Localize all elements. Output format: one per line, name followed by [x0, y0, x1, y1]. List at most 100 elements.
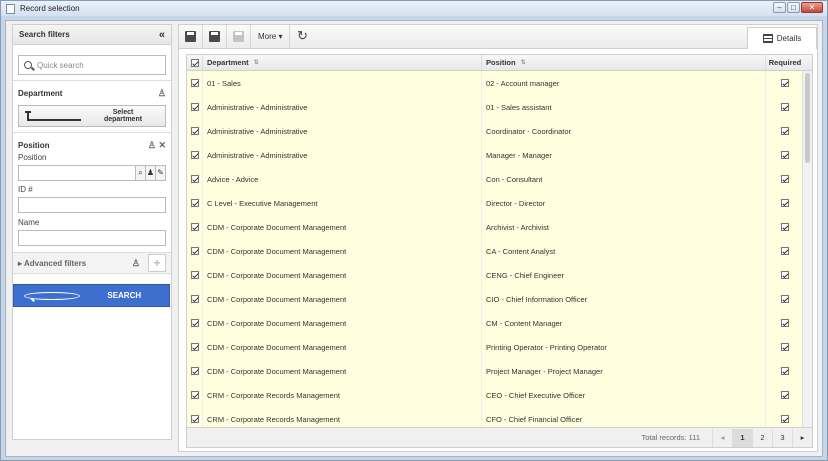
required-checkbox[interactable]: [781, 103, 789, 111]
table-row[interactable]: Advice - Advice Con - Consultant: [187, 167, 804, 191]
select-all-cell[interactable]: [187, 55, 203, 70]
advanced-filters-row[interactable]: ▸ Advanced filters ♙ +: [13, 252, 171, 274]
position-clear-icon[interactable]: ✎: [156, 165, 166, 181]
table-row[interactable]: 01 - Sales 02 - Account manager: [187, 71, 804, 95]
vertical-scrollbar[interactable]: [802, 71, 812, 427]
required-checkbox[interactable]: [781, 223, 789, 231]
required-checkbox[interactable]: [781, 151, 789, 159]
next-page-icon[interactable]: ▸: [792, 428, 812, 447]
row-select-checkbox[interactable]: [190, 367, 199, 375]
name-input[interactable]: [18, 230, 166, 246]
row-select-checkbox[interactable]: [190, 271, 199, 279]
add-filter-button[interactable]: +: [148, 254, 166, 272]
row-select-checkbox[interactable]: [190, 151, 199, 159]
required-checkbox[interactable]: [781, 175, 789, 183]
table-row[interactable]: CDM - Corporate Document Management Proje…: [187, 359, 804, 383]
row-select-checkbox[interactable]: [190, 343, 199, 351]
department-cell: Advice - Advice: [203, 167, 482, 191]
refresh-icon[interactable]: ↻: [290, 25, 314, 48]
row-select-cell[interactable]: [187, 119, 203, 143]
clear-advanced-icon[interactable]: ♙: [132, 258, 140, 269]
required-checkbox[interactable]: [781, 391, 789, 399]
department-column-header[interactable]: Department ⇅: [203, 55, 482, 70]
required-checkbox[interactable]: [781, 247, 789, 255]
row-select-cell[interactable]: [187, 263, 203, 287]
required-column-header[interactable]: Required: [766, 55, 804, 70]
row-select-checkbox[interactable]: [190, 175, 199, 183]
page-1-button[interactable]: 1: [732, 428, 752, 447]
department-section-header: Department ♙: [13, 86, 171, 100]
page-2-button[interactable]: 2: [752, 428, 772, 447]
row-select-cell[interactable]: [187, 407, 203, 427]
row-select-checkbox[interactable]: [190, 295, 199, 303]
row-select-cell[interactable]: [187, 287, 203, 311]
required-checkbox[interactable]: [781, 295, 789, 303]
row-select-checkbox[interactable]: [190, 223, 199, 231]
save-and-close-button[interactable]: [203, 25, 227, 48]
required-checkbox[interactable]: [781, 415, 789, 423]
required-checkbox[interactable]: [781, 127, 789, 135]
clear-department-icon[interactable]: ♙: [158, 88, 166, 99]
row-select-checkbox[interactable]: [190, 79, 199, 87]
table-row[interactable]: Administrative - Administrative 01 - Sale…: [187, 95, 804, 119]
required-checkbox[interactable]: [781, 271, 789, 279]
table-row[interactable]: Administrative - Administrative Manager -…: [187, 143, 804, 167]
table-row[interactable]: CDM - Corporate Document Management Archi…: [187, 215, 804, 239]
position-search-icon[interactable]: ⌕: [136, 165, 146, 181]
save-button[interactable]: [179, 25, 203, 48]
row-select-cell[interactable]: [187, 383, 203, 407]
row-select-checkbox[interactable]: [190, 199, 199, 207]
row-select-checkbox[interactable]: [190, 247, 199, 255]
disabled-action-button[interactable]: [227, 25, 251, 48]
required-checkbox[interactable]: [781, 79, 789, 87]
table-row[interactable]: CDM - Corporate Document Management CM - …: [187, 311, 804, 335]
collapse-panel-icon[interactable]: «: [159, 29, 165, 41]
table-row[interactable]: CDM - Corporate Document Management CA - …: [187, 239, 804, 263]
row-select-cell[interactable]: [187, 95, 203, 119]
more-menu-button[interactable]: More ▾: [251, 25, 291, 48]
row-select-cell[interactable]: [187, 359, 203, 383]
position-column-header[interactable]: Position ⇅: [482, 55, 766, 70]
minimize-button[interactable]: –: [773, 2, 786, 13]
previous-page-icon[interactable]: ◂: [712, 428, 732, 447]
required-checkbox[interactable]: [781, 367, 789, 375]
required-checkbox[interactable]: [781, 319, 789, 327]
table-row[interactable]: C Level - Executive Management Director -…: [187, 191, 804, 215]
id-input[interactable]: [18, 197, 166, 213]
page-3-button[interactable]: 3: [772, 428, 792, 447]
table-row[interactable]: Administrative - Administrative Coordinat…: [187, 119, 804, 143]
scrollbar-thumb[interactable]: [805, 73, 810, 163]
row-select-cell[interactable]: [187, 71, 203, 95]
advanced-filters-toggle[interactable]: ▸ Advanced filters: [18, 259, 86, 268]
select-department-button[interactable]: Select department: [18, 105, 166, 127]
position-user-icon[interactable]: ♟: [146, 165, 156, 181]
close-button[interactable]: ✕: [801, 2, 823, 13]
row-select-checkbox[interactable]: [190, 103, 199, 111]
table-row[interactable]: CDM - Corporate Document Management CIO -…: [187, 287, 804, 311]
row-select-cell[interactable]: [187, 335, 203, 359]
row-select-checkbox[interactable]: [190, 127, 199, 135]
clear-position-icon[interactable]: ♙ ✕: [148, 140, 166, 151]
row-select-checkbox[interactable]: [190, 391, 199, 399]
details-tab[interactable]: Details: [747, 27, 817, 49]
row-select-checkbox[interactable]: [190, 319, 199, 327]
required-checkbox[interactable]: [781, 343, 789, 351]
maximize-button[interactable]: □: [787, 2, 800, 13]
row-select-cell[interactable]: [187, 215, 203, 239]
table-row[interactable]: CRM - Corporate Records Management CEO - …: [187, 383, 804, 407]
required-checkbox[interactable]: [781, 199, 789, 207]
row-select-cell[interactable]: [187, 191, 203, 215]
row-select-cell[interactable]: [187, 167, 203, 191]
row-select-cell[interactable]: [187, 239, 203, 263]
row-select-cell[interactable]: [187, 143, 203, 167]
row-select-checkbox[interactable]: [190, 415, 199, 423]
select-all-checkbox[interactable]: [190, 58, 199, 67]
quick-search-input[interactable]: Quick search: [18, 55, 166, 75]
table-row[interactable]: CDM - Corporate Document Management Print…: [187, 335, 804, 359]
department-cell: CDM - Corporate Document Management: [203, 239, 482, 263]
position-input[interactable]: [18, 165, 136, 181]
search-button[interactable]: SEARCH: [13, 284, 170, 307]
table-row[interactable]: CDM - Corporate Document Management CENG …: [187, 263, 804, 287]
table-row[interactable]: CRM - Corporate Records Management CFO - …: [187, 407, 804, 427]
row-select-cell[interactable]: [187, 311, 203, 335]
